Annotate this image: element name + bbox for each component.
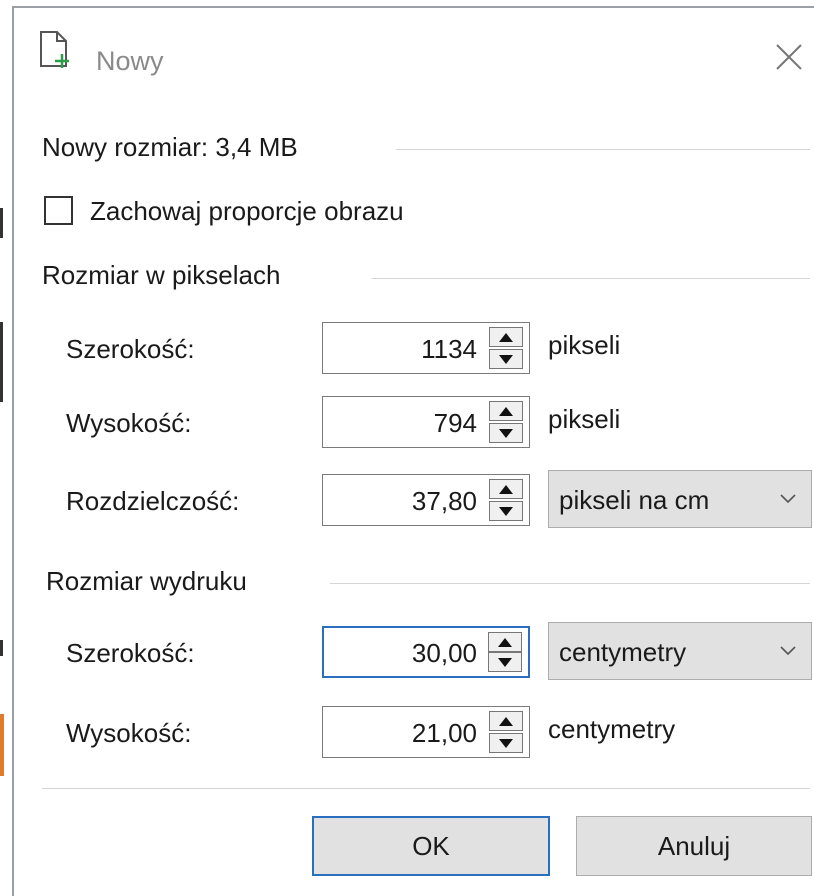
arrow-down-icon[interactable] — [489, 733, 523, 753]
new-size-label: Nowy rozmiar: 3,4 MB — [42, 132, 298, 162]
arrow-up-icon[interactable] — [489, 479, 523, 499]
new-image-dialog: Nowy Nowy rozmiar: 3,4 MB Zachowaj propo… — [12, 6, 814, 896]
separator — [330, 583, 810, 584]
arrow-up-icon[interactable] — [489, 711, 523, 731]
close-icon[interactable] — [774, 42, 804, 72]
arrow-down-icon[interactable] — [489, 501, 523, 521]
separator — [396, 149, 810, 150]
arrow-up-icon[interactable] — [489, 327, 523, 347]
arrow-down-icon[interactable] — [489, 349, 523, 369]
pixel-size-heading: Rozmiar w pikselach — [42, 260, 281, 290]
arrow-up-icon[interactable] — [488, 632, 522, 652]
keep-ratio-label: Zachowaj proporcje obrazu — [90, 196, 404, 226]
chevron-down-icon — [780, 494, 796, 504]
print-width-input[interactable]: 30,00 — [322, 626, 530, 678]
chevron-down-icon — [780, 646, 796, 656]
pixel-height-label: Wysokość: — [66, 408, 192, 438]
keep-ratio-checkbox[interactable] — [44, 196, 73, 225]
new-document-icon — [40, 31, 69, 68]
ok-button[interactable]: OK — [312, 816, 550, 876]
pixel-width-label: Szerokość: — [66, 334, 195, 364]
arrow-down-icon[interactable] — [489, 423, 523, 443]
resolution-label: Rozdzielczość: — [66, 486, 240, 516]
arrow-up-icon[interactable] — [489, 401, 523, 421]
pixel-height-value: 794 — [433, 408, 477, 438]
print-unit-dropdown[interactable]: centymetry — [548, 622, 812, 680]
pixel-height-unit: pikseli — [548, 404, 621, 434]
background-edge — [0, 640, 3, 656]
print-width-label: Szerokość: — [66, 638, 195, 668]
resolution-input[interactable]: 37,80 — [322, 474, 530, 526]
resolution-unit-dropdown[interactable]: pikseli na cm — [548, 470, 812, 528]
print-height-unit: centymetry — [548, 714, 676, 744]
background-edge — [0, 322, 3, 402]
print-unit-value: centymetry — [559, 637, 687, 667]
pixel-height-input[interactable]: 794 — [322, 396, 530, 448]
background-edge — [0, 714, 4, 776]
print-height-value: 21,00 — [411, 718, 477, 748]
print-height-label: Wysokość: — [66, 718, 192, 748]
print-width-value: 30,00 — [411, 638, 477, 668]
separator — [372, 278, 810, 279]
pixel-width-input[interactable]: 1134 — [322, 322, 530, 374]
arrow-down-icon[interactable] — [488, 652, 522, 672]
resolution-value: 37,80 — [411, 486, 477, 516]
separator — [42, 788, 810, 789]
cancel-button[interactable]: Anuluj — [576, 816, 812, 876]
print-size-heading: Rozmiar wydruku — [46, 566, 247, 596]
background-edge — [0, 208, 3, 238]
resolution-unit-value: pikseli na cm — [559, 485, 710, 515]
dialog-title: Nowy — [96, 46, 164, 76]
print-height-input[interactable]: 21,00 — [322, 706, 530, 758]
pixel-width-unit: pikseli — [548, 330, 621, 360]
pixel-width-value: 1134 — [421, 334, 477, 364]
